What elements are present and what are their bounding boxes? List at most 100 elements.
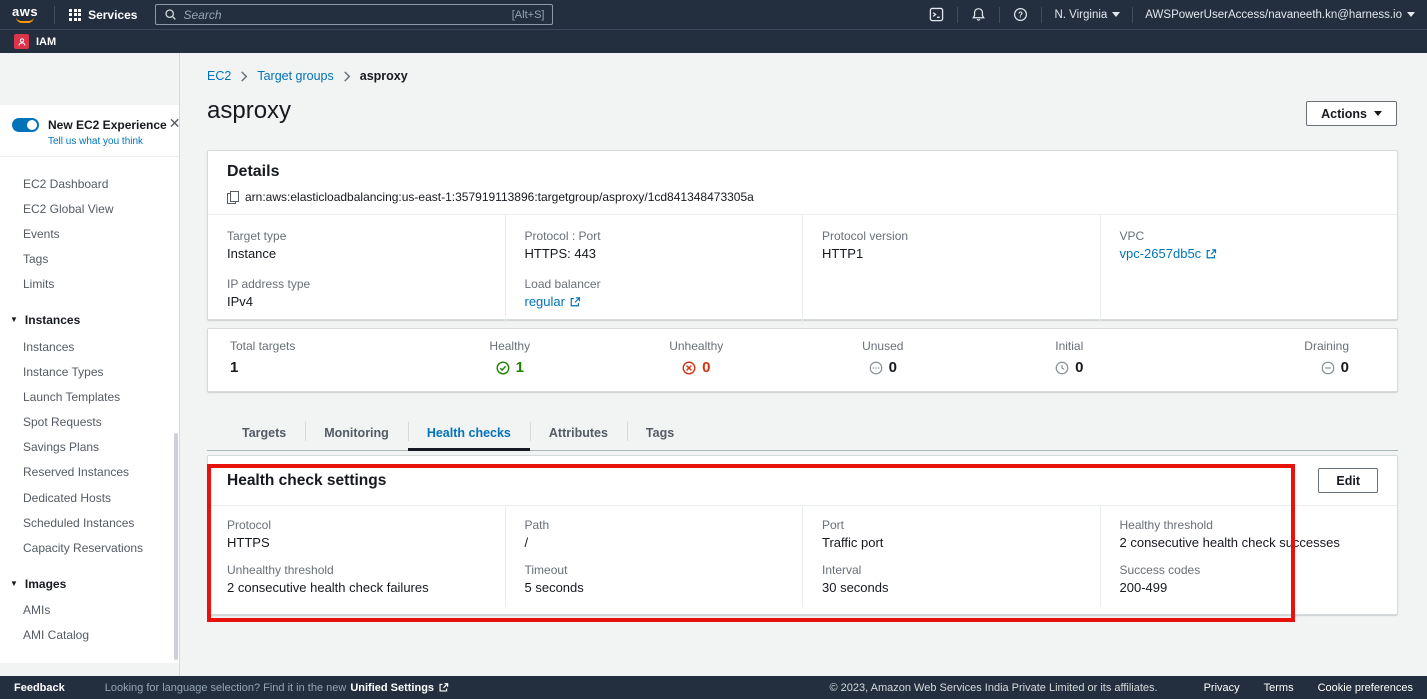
help-button[interactable]: ?: [1000, 0, 1041, 29]
sidebar-section-elastic-block-store[interactable]: ▼ Elastic Block Store: [0, 657, 179, 663]
external-link-icon: [1205, 248, 1217, 260]
field-value: Instance: [227, 246, 486, 261]
healthy-value: 1: [496, 359, 524, 376]
sidebar-item-ec2-global-view[interactable]: EC2 Global View: [0, 196, 179, 221]
sidebar-item-launch-templates[interactable]: Launch Templates: [0, 384, 179, 409]
sidebar-section-instances[interactable]: ▼ Instances: [0, 306, 179, 334]
unified-settings-link[interactable]: Unified Settings: [350, 682, 449, 694]
count-number: 1: [516, 359, 524, 376]
sidebar-item-events[interactable]: Events: [0, 221, 179, 246]
close-icon[interactable]: ✕: [167, 116, 179, 130]
field-value: 5 seconds: [525, 580, 784, 595]
unused-value: 0: [869, 359, 897, 376]
aws-logo[interactable]: aws: [12, 6, 38, 23]
actions-button-label: Actions: [1321, 107, 1367, 121]
footer: Feedback Looking for language selection?…: [0, 676, 1427, 699]
sidebar-item-scheduled-instances[interactable]: Scheduled Instances: [0, 510, 179, 535]
actions-button[interactable]: Actions: [1306, 101, 1397, 126]
chevron-down-icon: [1112, 12, 1120, 17]
global-search: [Alt+S]: [155, 4, 553, 25]
load-balancer-link[interactable]: regular: [525, 294, 581, 309]
sidebar-item-ami-catalog[interactable]: AMI Catalog: [0, 623, 179, 648]
unused-cell: Unused 0: [790, 329, 977, 391]
count-label: Total targets: [230, 339, 295, 353]
experience-feedback-link[interactable]: Tell us what you think: [48, 136, 167, 147]
health-check-header: Health check settings Edit: [208, 456, 1397, 505]
sidebar-item-instances[interactable]: Instances: [0, 334, 179, 359]
sidebar-item-reserved-instances[interactable]: Reserved Instances: [0, 460, 179, 485]
edit-button-label: Edit: [1336, 474, 1360, 488]
services-grid-icon: [69, 9, 81, 21]
cloudshell-button[interactable]: [916, 0, 957, 29]
breadcrumb-ec2-link[interactable]: EC2: [207, 69, 231, 83]
cookie-preferences-link[interactable]: Cookie preferences: [1318, 682, 1413, 694]
details-column-1: Target type Instance IP address type IPv…: [208, 215, 505, 323]
field-value: HTTPS: 443: [525, 246, 784, 261]
sidebar-item-savings-plans[interactable]: Savings Plans: [0, 435, 179, 460]
target-group-arn: arn:aws:elasticloadbalancing:us-east-1:3…: [245, 190, 754, 204]
tab-attributes[interactable]: Attributes: [530, 414, 627, 451]
copy-icon[interactable]: [227, 191, 238, 203]
services-menu-button[interactable]: Services: [55, 0, 151, 29]
sidebar-item-spot-requests[interactable]: Spot Requests: [0, 410, 179, 435]
sidebar-item-amis[interactable]: AMIs: [0, 598, 179, 623]
aws-console-screen: aws Services [Alt+S]: [0, 0, 1427, 699]
edit-button[interactable]: Edit: [1318, 468, 1378, 493]
breadcrumb-target-groups-link[interactable]: Target groups: [257, 69, 333, 83]
sidebar-item-limits[interactable]: Limits: [0, 272, 179, 297]
count-number: 0: [889, 359, 897, 376]
unhealthy-value: 0: [682, 359, 710, 376]
field-label: IP address type: [227, 277, 486, 291]
breadcrumb: EC2 Target groups asproxy: [207, 69, 408, 83]
account-menu[interactable]: AWSPowerUserAccess/navaneeth.kn@harness.…: [1133, 0, 1427, 29]
count-label: Healthy: [489, 339, 530, 353]
account-label: AWSPowerUserAccess/navaneeth.kn@harness.…: [1145, 9, 1402, 21]
notifications-button[interactable]: [958, 0, 999, 29]
language-note: Looking for language selection? Find it …: [105, 682, 347, 694]
terms-link[interactable]: Terms: [1264, 682, 1294, 694]
sidebar-item-capacity-reservations[interactable]: Capacity Reservations: [0, 535, 179, 560]
experience-title: New EC2 Experience: [48, 118, 167, 132]
field-label: Unhealthy threshold: [227, 563, 486, 577]
sidebar-item-ec2-dashboard[interactable]: EC2 Dashboard: [0, 171, 179, 196]
triangle-down-icon: ▼: [10, 315, 18, 324]
sidebar-item-dedicated-hosts[interactable]: Dedicated Hosts: [0, 485, 179, 510]
details-column-4: VPC vpc-2657db5c: [1100, 215, 1398, 323]
services-label: Services: [88, 8, 137, 22]
sidebar-item-instance-types[interactable]: Instance Types: [0, 359, 179, 384]
tab-tags[interactable]: Tags: [627, 414, 693, 451]
privacy-link[interactable]: Privacy: [1204, 682, 1240, 694]
field-healthy-threshold: Healthy threshold 2 consecutive health c…: [1120, 518, 1379, 550]
sidebar-scrollbar[interactable]: [174, 433, 178, 660]
field-value: IPv4: [227, 294, 486, 309]
tab-monitoring[interactable]: Monitoring: [305, 414, 408, 451]
field-label: Healthy threshold: [1120, 518, 1379, 532]
sidebar-item-tags[interactable]: Tags: [0, 247, 179, 272]
toggle-knob: [27, 120, 37, 130]
hc-column-2: Path / Timeout 5 seconds: [505, 506, 803, 607]
field-label: Interval: [822, 563, 1081, 577]
chevron-down-icon: [1407, 12, 1415, 17]
tab-targets[interactable]: Targets: [223, 414, 305, 451]
favorites-bar: IAM: [0, 29, 1427, 53]
field-value: 200-499: [1120, 580, 1379, 595]
count-label: Draining: [1304, 339, 1349, 353]
details-header: Details arn:aws:elasticloadbalancing:us-…: [208, 151, 1397, 214]
topnav-right-cluster: ? N. Virginia AWSPowerUserAccess/navanee…: [916, 0, 1427, 29]
tab-health-checks[interactable]: Health checks: [408, 414, 530, 451]
search-input[interactable]: [183, 8, 511, 22]
total-targets-cell: Total targets 1: [208, 329, 417, 391]
sidebar-section-images[interactable]: ▼ Images: [0, 570, 179, 598]
favorite-iam-link[interactable]: IAM: [14, 34, 56, 49]
vpc-link[interactable]: vpc-2657db5c: [1120, 246, 1218, 261]
breadcrumb-separator-icon: [240, 71, 248, 82]
feedback-link[interactable]: Feedback: [14, 682, 65, 694]
draining-value: 0: [1321, 359, 1349, 376]
field-label: Protocol : Port: [525, 229, 784, 243]
new-experience-toggle[interactable]: [12, 118, 39, 132]
section-title: Images: [25, 577, 66, 591]
chevron-down-icon: [1374, 111, 1382, 116]
field-value: HTTPS: [227, 535, 486, 550]
count-label: Initial: [1055, 339, 1083, 353]
region-selector[interactable]: N. Virginia: [1042, 0, 1132, 29]
